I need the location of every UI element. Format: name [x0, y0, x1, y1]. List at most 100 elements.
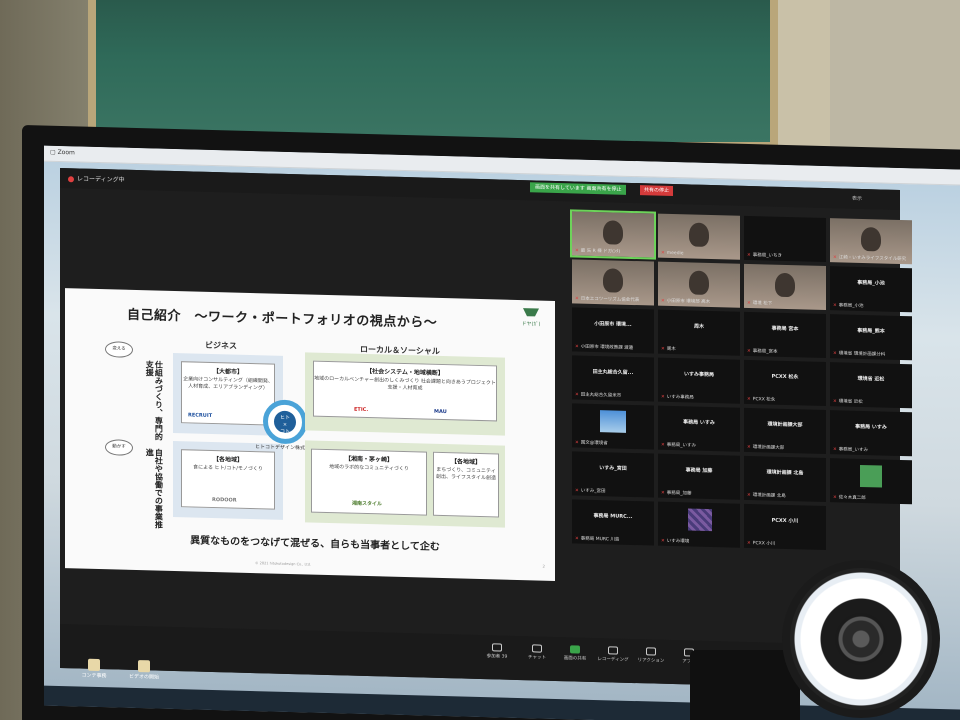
participant-tile[interactable]: 環境省 近松 ✕ 環境省 近松	[830, 362, 912, 409]
participant-display-name: 環境計画課大部	[767, 421, 803, 429]
muted-mic-icon: ✕	[661, 442, 665, 448]
participant-tile[interactable]: ✕ いすみ環境	[658, 501, 740, 548]
chat-label: チャット	[528, 655, 546, 661]
mau-logo: MAU	[434, 408, 447, 416]
participant-name: ✕ いすみ環境	[661, 538, 690, 545]
participant-name: ✕ 事務局_いすみ	[661, 442, 697, 449]
recruit-logo: RECRUIT	[188, 412, 213, 419]
slide-title: 自己紹介 ～ワーク・ポートフォリオの視点から～	[127, 307, 438, 331]
stop-share-button[interactable]: 共有の停止	[640, 185, 674, 197]
slide-copyright: © 2021 hitokotodesign Co., Ltd.	[255, 561, 312, 567]
desktop-icon-1[interactable]: コンテ事務	[74, 658, 114, 679]
participant-display-name: 環境省 近松	[857, 375, 885, 383]
participant-tile[interactable]: 田主丸総合久留... ✕ 田主丸総合久留米市	[572, 355, 654, 402]
participant-tile[interactable]: 小田原市 環境... ✕ 小田原市 環境政策課 渡邊	[572, 307, 654, 354]
muted-mic-icon: ✕	[575, 392, 579, 398]
muted-mic-icon: ✕	[661, 394, 665, 400]
participant-name: ✕ 佐々木真二郎	[833, 495, 866, 502]
participant-tile[interactable]: 事務局_小池 ✕ 事務局_小池	[830, 266, 912, 313]
muted-mic-icon: ✕	[833, 399, 837, 405]
participant-name: ✕ PCXX 小川	[747, 540, 776, 547]
participant-tile[interactable]: いすみ事務局 ✕ いすみ事務局	[658, 357, 740, 404]
participant-tile[interactable]: ✕ 事務局_いちき	[744, 215, 826, 263]
participant-name: ✕ 周木	[661, 346, 676, 353]
center-hub: ヒト × コト	[263, 399, 307, 445]
participant-tile[interactable]: ✕ 日本エコツーリズム協会代表	[572, 259, 654, 306]
participant-tile[interactable]: ✕ 環境 松下	[744, 263, 826, 311]
participants-count: 39	[501, 654, 508, 660]
record-button[interactable]: レコーディング	[596, 646, 630, 663]
participant-video	[603, 268, 623, 293]
participant-tile[interactable]: 事務局 いすみ ✕ 事務局_いすみ	[658, 405, 740, 452]
side-text-top: 仕組みづくり、専門的支援	[145, 360, 164, 441]
shonan-style-logo: 湘南スタイル	[352, 500, 383, 508]
center-hub-core: ヒト × コト	[274, 410, 296, 435]
participant-tile[interactable]: ✕ 最 矢 R 様 ドガ(ﾝﾀ)	[570, 209, 656, 260]
slide-tagline: 異質なものをつなげて混ぜる、自らも当事者として企む	[190, 535, 440, 553]
participant-tile[interactable]: PCXX 松永 ✕ PCXX 松永	[744, 359, 826, 407]
participant-name: ✕ 田主丸総合久留米市	[575, 392, 622, 399]
recording-label: レコーディング中	[77, 175, 125, 184]
participant-name: ✕ meedie	[661, 250, 684, 257]
participant-display-name: いすみ事務局	[683, 371, 714, 379]
participant-tile[interactable]: ✕ 国文@環境省	[572, 403, 654, 450]
muted-mic-icon: ✕	[661, 250, 665, 256]
participant-tile[interactable]: ✕ 江崎・いすみライフスタイル研究	[830, 218, 912, 265]
participant-avatar	[860, 464, 882, 488]
box-metro-title: 【大都市】	[212, 368, 243, 376]
participant-tile[interactable]: PCXX 小川 ✕ PCXX 小川	[744, 503, 826, 551]
participant-tile[interactable]: 周木 ✕ 周木	[658, 309, 740, 356]
business-column-label: ビジネス	[205, 340, 237, 351]
participant-tile[interactable]: 事務局 MURC... ✕ 事務局 MURC 川島	[572, 499, 654, 546]
view-button[interactable]: 表示	[852, 195, 862, 202]
participant-display-name: PCXX 小川	[771, 517, 799, 525]
change-bubble: 変える	[105, 341, 133, 358]
local-bottom-panel: 【湘南・茅ヶ崎】 地域のラボ的なコミュニティづくり 湘南スタイル 【各地域】 ま…	[305, 440, 505, 528]
participant-video	[689, 270, 709, 295]
chat-button[interactable]: チャット	[520, 644, 554, 661]
shared-slide: 自己紹介 ～ワーク・ポートフォリオの視点から～ ドヤ(ｶﾞ) ビジネス ローカル…	[65, 288, 555, 581]
participant-tile[interactable]: 事務局_熊本 ✕ 環境省 環境計画課分科	[830, 314, 912, 361]
participant-display-name: PCXX 松永	[771, 373, 799, 381]
box-metro-body: 企業向けコンサルティング（組織開発、人材育成、エリアブランディング）	[183, 376, 273, 391]
box-town-title: 【各地域】	[450, 458, 481, 467]
reactions-button[interactable]: リアクション	[634, 647, 668, 664]
participant-name: ✕ 最 矢 R 様 ドガ(ﾝﾀ)	[575, 248, 621, 255]
participant-tile[interactable]: ✕ meedie	[658, 213, 740, 260]
participant-name: ✕ 事務局_いちき	[747, 252, 783, 259]
participants-icon	[492, 643, 502, 652]
share-screen-button[interactable]: 画面の共有	[558, 645, 592, 662]
participant-name: ✕ 小田原市 環境政策課 渡邊	[575, 344, 634, 352]
box-town-body: まちづくり、コミュニティ創出、ライフスタイル創造	[435, 466, 496, 481]
recording-indicator[interactable]: レコーディング中	[68, 173, 125, 184]
desktop-icon-2[interactable]: ビデオの開始	[124, 660, 164, 681]
company-logo-text: ドヤ(ｶﾞ)	[522, 320, 541, 327]
participants-button[interactable]: 参加者 39	[480, 643, 514, 660]
participant-display-name: 田主丸総合久留...	[592, 368, 634, 377]
participant-video	[775, 272, 795, 298]
muted-mic-icon: ✕	[575, 488, 579, 494]
muted-mic-icon: ✕	[747, 300, 751, 307]
box-social-system: 【社会システム・地域横断】 地域のローカルベンチャー創出のしくみづくり 社会課題…	[313, 360, 497, 422]
participant-tile[interactable]: ✕ 佐々木真二郎	[830, 458, 912, 505]
participant-name: ✕ PCXX 松永	[747, 396, 776, 403]
participant-tile[interactable]: 環境計画課大部 ✕ 環境計画課大部	[744, 407, 826, 455]
participant-tile[interactable]: 事務局 加藤 ✕ 事務局_加藤	[658, 453, 740, 500]
participant-tile[interactable]: 事務局 いすみ ✕ 事務局_いすみ	[830, 410, 912, 457]
participant-name: ✕ 江崎・いすみライフスタイル研究	[833, 255, 907, 263]
participant-display-name: 事務局 加藤	[685, 467, 713, 475]
participant-tile[interactable]: ✕ 小田原市 環境部 高木	[658, 261, 740, 308]
box-region-food-title: 【各地域】	[212, 456, 243, 464]
browser-tab[interactable]: ▢ Zoom	[50, 149, 75, 157]
muted-mic-icon: ✕	[661, 538, 665, 544]
box-shonan-title: 【湘南・茅ヶ崎】	[344, 455, 393, 464]
record-dot-icon	[68, 175, 74, 182]
participant-tile[interactable]: 環境計画課 北島 ✕ 環境計画課 北島	[744, 455, 826, 503]
participant-tile[interactable]: 事務局 宮本 ✕ 事務局_宮本	[744, 311, 826, 359]
ring-light-webcam	[782, 560, 940, 718]
participant-tile[interactable]: いすみ_宮田 ✕ いすみ_宮田	[572, 451, 654, 498]
participant-name: ✕ 事務局_加藤	[661, 490, 692, 497]
webcam-lens-icon	[835, 613, 887, 665]
participant-display-name: 事務局 宮本	[771, 325, 799, 333]
chat-icon	[532, 644, 542, 653]
